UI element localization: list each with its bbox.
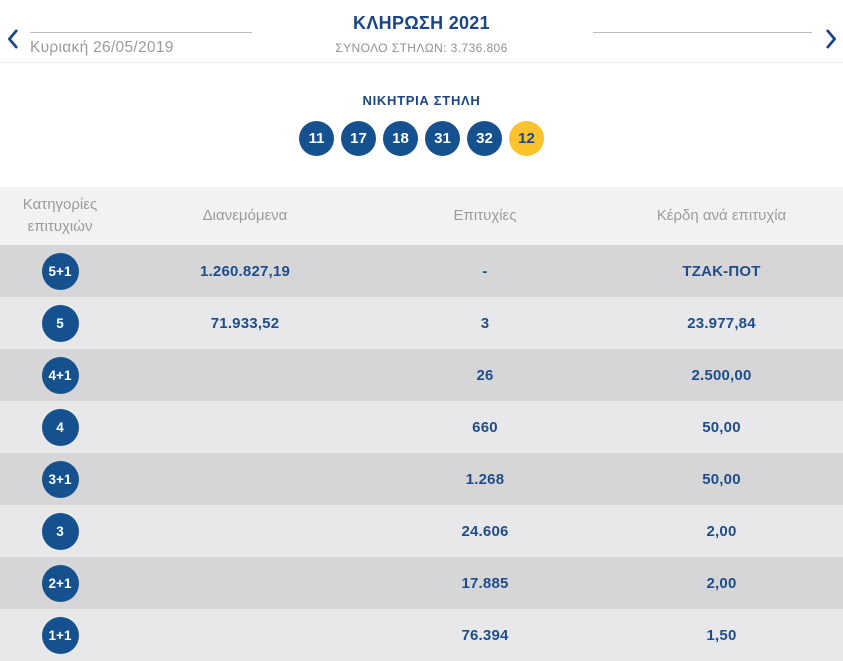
table-row: 3+1 1.268 50,00: [0, 453, 843, 505]
category-badge: 5: [41, 304, 79, 342]
winners-value: 76.394: [461, 626, 509, 644]
prize-value: 2.500,00: [691, 366, 752, 384]
chevron-right-icon: [825, 29, 838, 49]
table-row: 3 24.606 2,00: [0, 505, 843, 557]
chevron-left-icon: [6, 29, 19, 49]
table-row: 2+1 17.885 2,00: [0, 557, 843, 609]
prize-value: 2,00: [706, 574, 737, 592]
category-badge: 3+1: [41, 460, 79, 498]
draw-date: Κυριακή 26/05/2019: [30, 39, 174, 56]
joker-draw-results-page: Κυριακή 26/05/2019 ΚΛΗΡΩΣΗ 2021 ΣΥΝΟΛΟ Σ…: [0, 0, 843, 661]
column-header-prize: Κέρδη ανά επιτυχία: [656, 207, 787, 225]
winners-value: 26: [476, 366, 494, 384]
prize-value: 2,00: [706, 522, 737, 540]
category-cell: 3: [0, 512, 120, 550]
prize-value: 50,00: [702, 470, 741, 488]
winners-value: 3: [480, 314, 490, 332]
winning-number-ball: 17: [341, 121, 376, 156]
winning-number-ball: 18: [383, 121, 418, 156]
results-table-body: 5+1 1.260.827,19 - ΤΖΑΚ-ΠΟΤ 5 71.933,52 …: [0, 245, 843, 661]
winning-column-section: ΝΙΚΗΤΡΙΑ ΣΤΗΛΗ 11 17 18 31 32 12: [0, 63, 843, 156]
winners-value: 660: [472, 418, 498, 436]
prize-value: 1,50: [706, 626, 737, 644]
prize-value: ΤΖΑΚ-ΠΟΤ: [682, 262, 761, 280]
category-cell: 1+1: [0, 616, 120, 654]
table-row: 5 71.933,52 3 23.977,84: [0, 297, 843, 349]
winning-number-ball: 11: [299, 121, 334, 156]
table-row: 5+1 1.260.827,19 - ΤΖΑΚ-ΠΟΤ: [0, 245, 843, 297]
winning-numbers: 11 17 18 31 32 12: [0, 121, 843, 156]
category-cell: 2+1: [0, 564, 120, 602]
joker-number-ball: 12: [509, 121, 544, 156]
prize-value: 23.977,84: [687, 314, 756, 332]
winners-value: -: [482, 262, 488, 280]
column-header-categories: Κατηγορίες επιτυχιών: [22, 196, 98, 235]
category-badge: 4+1: [41, 356, 79, 394]
main-number-balls: 11 17 18 31 32: [299, 121, 502, 156]
winners-value: 17.885: [461, 574, 509, 592]
draw-title: ΚΛΗΡΩΣΗ 2021: [353, 13, 490, 33]
column-header-distributed: Διανεμόμενα: [202, 207, 288, 225]
table-row: 4+1 26 2.500,00: [0, 349, 843, 401]
category-badge: 4: [41, 408, 79, 446]
winners-value: 1.268: [465, 470, 505, 488]
divider-right: [593, 32, 812, 33]
category-badge: 5+1: [41, 252, 79, 290]
category-cell: 4+1: [0, 356, 120, 394]
category-cell: 5+1: [0, 252, 120, 290]
distributed-value: 1.260.827,19: [200, 262, 290, 280]
category-cell: 3+1: [0, 460, 120, 498]
table-row: 1+1 76.394 1,50: [0, 609, 843, 661]
prize-value: 50,00: [702, 418, 741, 436]
current-draw-date-block: Κυριακή 26/05/2019: [30, 32, 252, 57]
previous-draw-button[interactable]: [1, 26, 23, 52]
draw-header: Κυριακή 26/05/2019 ΚΛΗΡΩΣΗ 2021 ΣΥΝΟΛΟ Σ…: [0, 0, 843, 63]
winners-value: 24.606: [461, 522, 509, 540]
category-badge: 1+1: [41, 616, 79, 654]
category-badge: 2+1: [41, 564, 79, 602]
category-cell: 5: [0, 304, 120, 342]
winning-number-ball: 32: [467, 121, 502, 156]
next-draw-button[interactable]: [820, 26, 842, 52]
category-cell: 4: [0, 408, 120, 446]
column-header-winners: Επιτυχίες: [453, 207, 517, 225]
winning-column-title: ΝΙΚΗΤΡΙΑ ΣΤΗΛΗ: [362, 93, 481, 108]
winning-number-ball: 31: [425, 121, 460, 156]
category-badge: 3: [41, 512, 79, 550]
table-row: 4 660 50,00: [0, 401, 843, 453]
distributed-value: 71.933,52: [210, 314, 280, 332]
table-header-row: Κατηγορίες επιτυχιών Διανεμόμενα Επιτυχί…: [0, 187, 843, 245]
divider-left: [30, 32, 252, 33]
prize-results-table: Κατηγορίες επιτυχιών Διανεμόμενα Επιτυχί…: [0, 187, 843, 661]
